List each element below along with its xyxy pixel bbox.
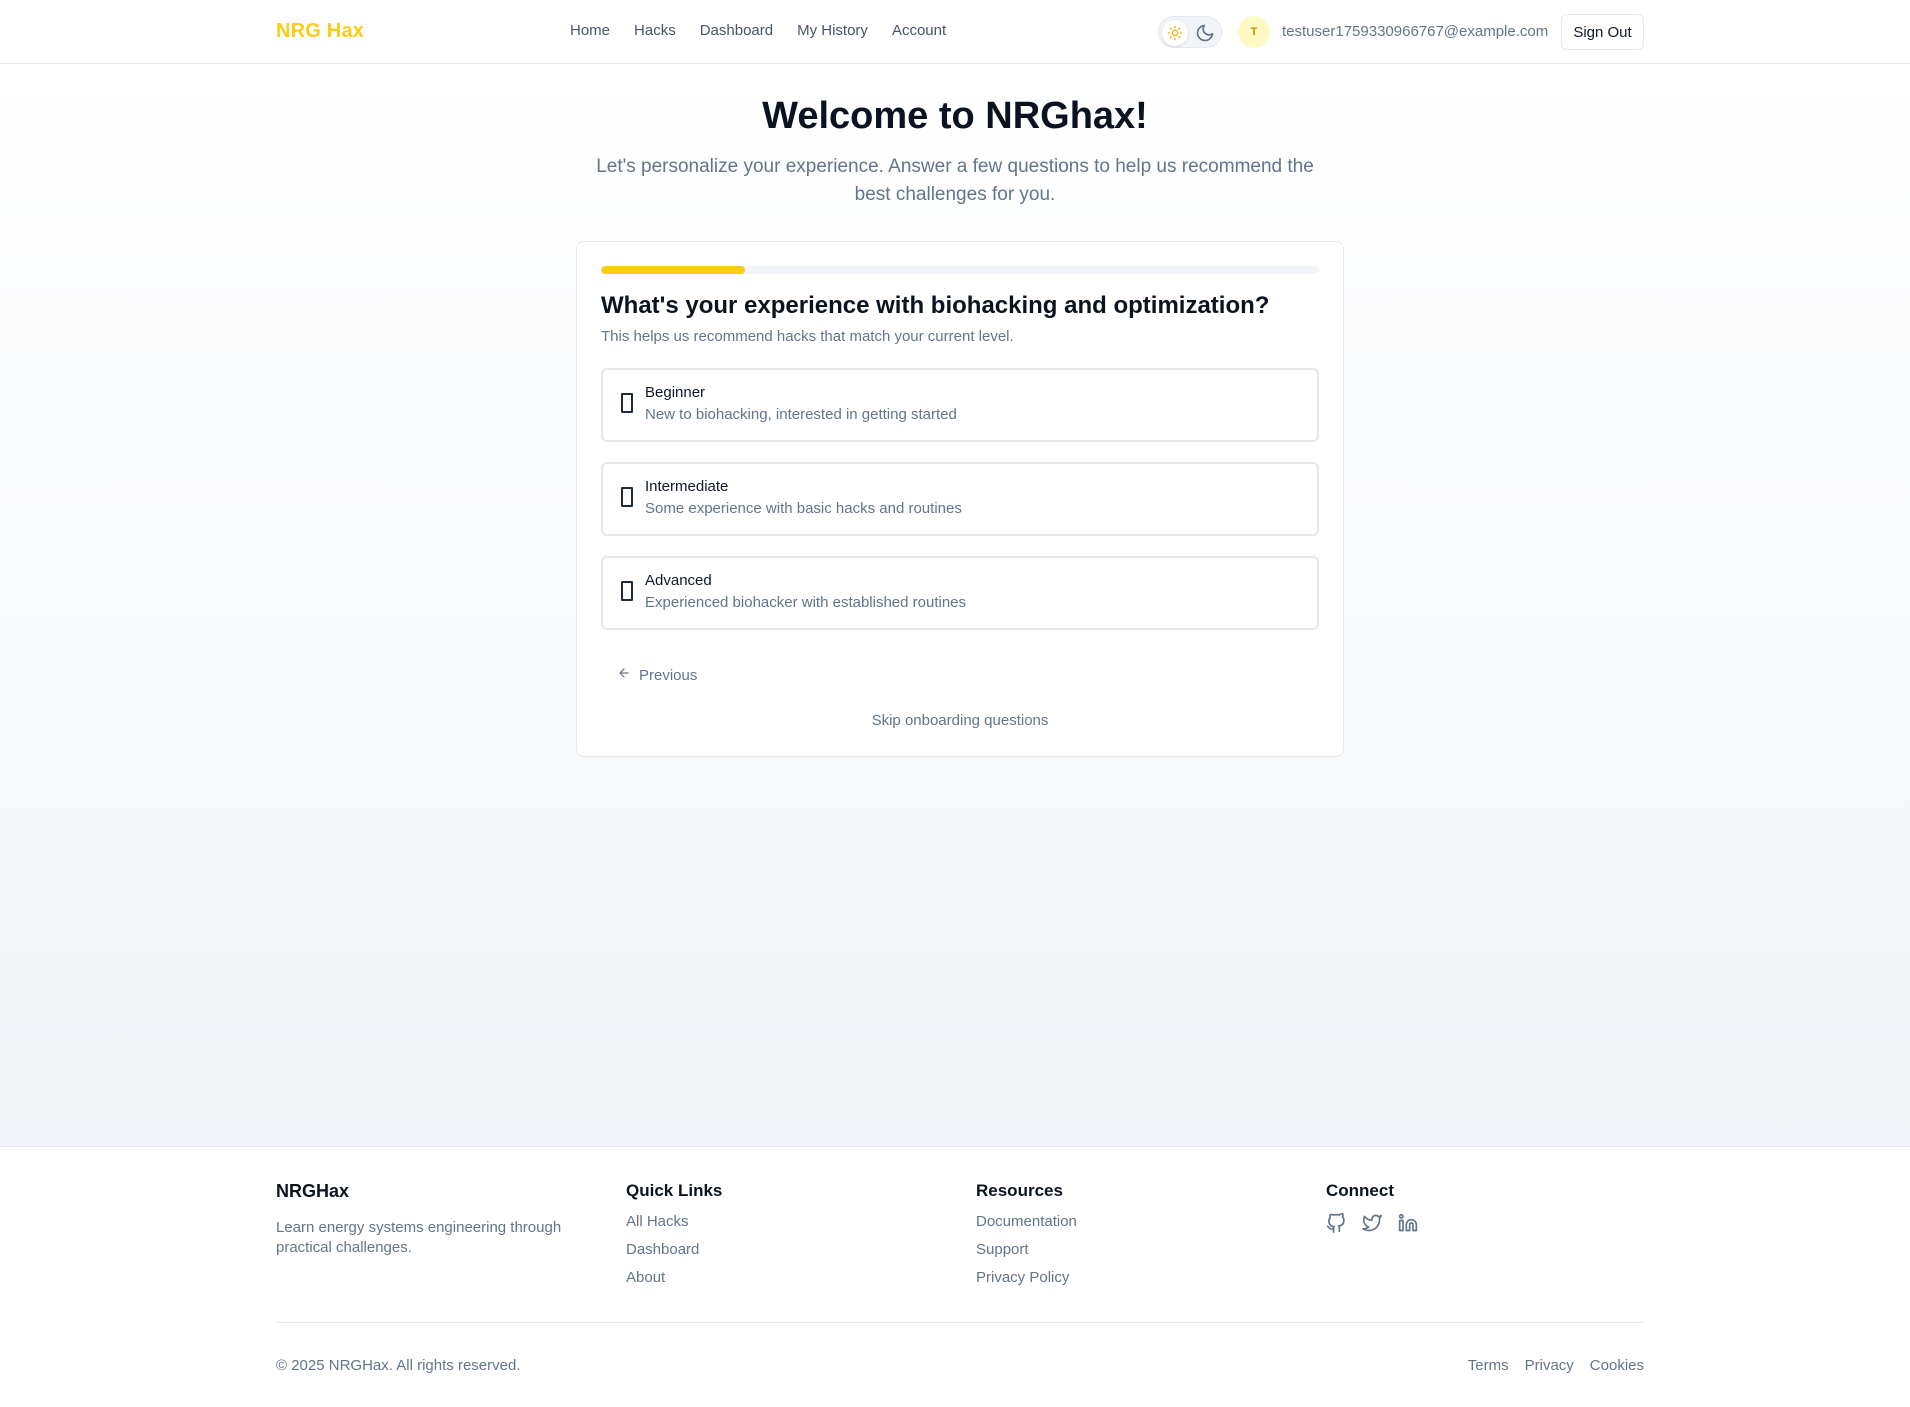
checkbox-icon[interactable] [621, 581, 633, 601]
page-title: Welcome to NRGhax! [762, 95, 1148, 137]
logo[interactable]: NRG Hax [276, 20, 364, 43]
footer-link-all-hacks[interactable]: All Hacks [626, 1213, 722, 1241]
option-label: Beginner [645, 384, 706, 401]
nav-my-history[interactable]: My History [797, 22, 868, 39]
footer-quick-links: Quick Links All Hacks Dashboard About [626, 1181, 722, 1297]
legal-link-terms[interactable]: Terms [1468, 1357, 1509, 1374]
twitter-icon[interactable] [1362, 1213, 1382, 1238]
checkbox-icon[interactable] [621, 487, 633, 507]
footer-resources: Resources Documentation Support Privacy … [976, 1181, 1077, 1297]
theme-toggle[interactable] [1158, 16, 1222, 48]
question-description: This helps us recommend hacks that match… [601, 328, 1014, 345]
progress-bar [601, 266, 1319, 274]
sun-icon [1162, 20, 1188, 46]
options-list: Beginner New to biohacking, interested i… [601, 368, 1319, 650]
nav-home[interactable]: Home [570, 22, 610, 39]
github-icon[interactable] [1326, 1212, 1346, 1238]
footer-brand: NRGHax [276, 1181, 350, 1201]
footer-heading: Quick Links [626, 1181, 723, 1200]
option-label: Advanced [645, 572, 712, 589]
footer-link-about[interactable]: About [626, 1269, 722, 1297]
footer-connect: Connect [1326, 1181, 1418, 1238]
option-description: Some experience with basic hacks and rou… [645, 500, 962, 517]
previous-label: Previous [639, 666, 698, 684]
moon-icon [1195, 23, 1215, 48]
legal-links: Terms Privacy Cookies [1468, 1357, 1644, 1374]
footer-link-dashboard[interactable]: Dashboard [626, 1241, 722, 1269]
footer-heading: Resources [976, 1181, 1063, 1200]
page-subtitle: Let's personalize your experience. Answe… [596, 156, 1314, 205]
option-description: Experienced biohacker with established r… [645, 594, 967, 611]
progress-fill [601, 266, 745, 274]
footer-link-privacy-policy[interactable]: Privacy Policy [976, 1269, 1077, 1297]
checkbox-icon[interactable] [621, 393, 633, 413]
nav-account[interactable]: Account [892, 22, 946, 39]
copyright: © 2025 NRGHax. All rights reserved. [276, 1357, 521, 1374]
option-intermediate[interactable]: Intermediate Some experience with basic … [601, 462, 1319, 536]
nav-hacks[interactable]: Hacks [634, 22, 676, 39]
option-label: Intermediate [645, 478, 729, 495]
top-header: NRG Hax Home Hacks Dashboard My History … [0, 0, 1910, 64]
footer-link-documentation[interactable]: Documentation [976, 1213, 1077, 1241]
site-footer: NRGHax Learn energy systems engineering … [0, 1146, 1910, 1407]
nav-dashboard[interactable]: Dashboard [700, 22, 773, 39]
onboarding-card: What's your experience with biohacking a… [576, 241, 1344, 757]
question-title: What's your experience with biohacking a… [601, 292, 1270, 319]
option-advanced[interactable]: Advanced Experienced biohacker with esta… [601, 556, 1319, 630]
legal-link-privacy[interactable]: Privacy [1525, 1357, 1574, 1374]
footer-heading: Connect [1326, 1181, 1394, 1200]
skip-onboarding-link[interactable]: Skip onboarding questions [577, 712, 1343, 729]
arrow-left-icon [617, 666, 631, 684]
footer-divider [276, 1322, 1644, 1323]
linkedin-icon[interactable] [1398, 1213, 1418, 1238]
main-nav: Home Hacks Dashboard My History Account [570, 22, 946, 39]
main-content: Welcome to NRGhax! Let's personalize you… [0, 65, 1910, 1146]
user-email: testuser1759330966767@example.com [1282, 23, 1549, 40]
option-beginner[interactable]: Beginner New to biohacking, interested i… [601, 368, 1319, 442]
footer-brand-column: NRGHax Learn energy systems engineering … [276, 1181, 576, 1258]
footer-brand-description: Learn energy systems engineering through… [276, 1219, 562, 1256]
footer-link-support[interactable]: Support [976, 1241, 1077, 1269]
legal-link-cookies[interactable]: Cookies [1590, 1357, 1644, 1374]
sign-out-button[interactable]: Sign Out [1561, 14, 1644, 50]
previous-button[interactable]: Previous [617, 666, 697, 684]
avatar[interactable]: T [1238, 16, 1270, 48]
option-description: New to biohacking, interested in getting… [645, 406, 957, 423]
